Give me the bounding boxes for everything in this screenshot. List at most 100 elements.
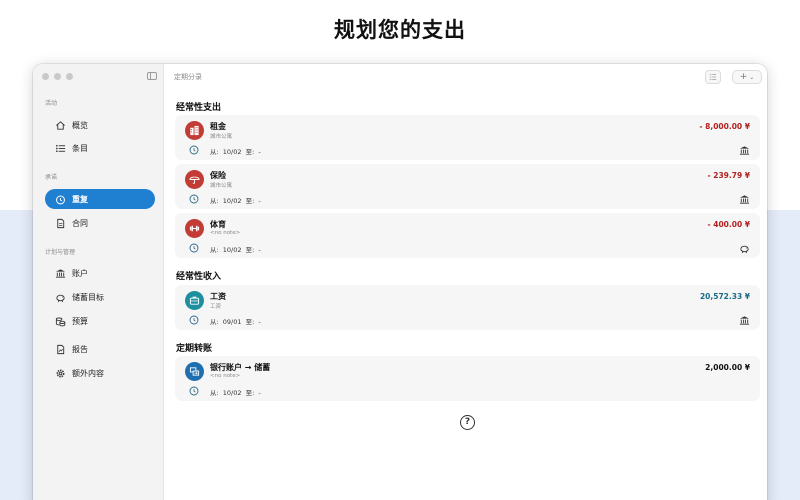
group-title-recurring-income: 经常性收入	[176, 272, 222, 282]
gear-icon	[54, 367, 66, 379]
sidebar-item-label: 账户	[72, 268, 88, 278]
report-icon	[54, 343, 66, 355]
group-title-recurring-expenses: 经常性支出	[176, 103, 222, 113]
sidebar-item-savings-goals[interactable]: 储蓄目标	[45, 287, 155, 307]
view-options-button[interactable]	[705, 70, 721, 84]
entry-amount: - 400.00 ¥	[707, 220, 751, 229]
entry-name: 租金	[210, 122, 226, 131]
section-label-commitments: 承诺	[45, 174, 58, 181]
sidebar-item-reports[interactable]: 报告	[45, 339, 155, 359]
to-label: 至:	[245, 197, 255, 205]
entry-schedule: 从: 09/01 至: -	[210, 316, 261, 326]
sidebar-item-overview[interactable]: 概览	[45, 115, 155, 135]
entry-card[interactable]: 工资 工资 20,572.33 ¥ 从: 09/01 至: -	[175, 285, 760, 330]
entry-name: 银行账户 → 储蓄	[210, 363, 271, 372]
to-date: -	[258, 246, 261, 254]
from-label: 从:	[210, 318, 219, 326]
entry-note: <no note>	[210, 373, 241, 379]
minimize-window-button[interactable]	[54, 73, 61, 80]
entry-card[interactable]: 保险 城市公寓 - 239.79 ¥ 从: 10/02 至: -	[175, 164, 760, 209]
from-label: 从:	[210, 246, 219, 254]
repeat-clock-icon	[189, 386, 199, 396]
transfer-icon	[185, 362, 204, 381]
dumbbell-icon	[185, 219, 204, 238]
piggy-bank-icon	[740, 245, 749, 254]
entry-schedule: 从: 10/02 至: -	[210, 146, 261, 156]
from-date: 10/02	[222, 389, 242, 397]
help-icon[interactable]: ?	[460, 415, 475, 430]
to-date: -	[258, 197, 261, 205]
bank-icon	[54, 267, 66, 279]
briefcase-icon	[185, 291, 204, 310]
close-window-button[interactable]	[42, 73, 49, 80]
to-date: -	[258, 389, 261, 397]
section-label-planning: 计划与管理	[45, 249, 76, 256]
to-date: -	[258, 318, 261, 326]
entry-name: 体育	[210, 220, 226, 229]
to-label: 至:	[245, 148, 255, 156]
group-title-scheduled-transfers: 定期转账	[176, 344, 213, 354]
entry-amount: 2,000.00 ¥	[705, 363, 750, 372]
zoom-window-button[interactable]	[66, 73, 73, 80]
bank-icon	[739, 195, 750, 204]
sidebar-item-entries[interactable]: 条目	[45, 138, 155, 158]
entry-name: 保险	[210, 171, 226, 180]
from-label: 从:	[210, 389, 219, 397]
from-date: 10/02	[222, 246, 242, 254]
from-date: 10/02	[222, 197, 242, 205]
repeat-clock-icon	[189, 243, 199, 253]
entry-card[interactable]: 银行账户 → 储蓄 <no note> 2,000.00 ¥ 从: 10/02 …	[175, 356, 760, 401]
entry-note: 城市公寓	[210, 183, 233, 189]
sidebar-item-label: 预算	[72, 316, 88, 326]
entry-amount: - 239.79 ¥	[707, 171, 751, 180]
sidebar-item-label: 合同	[72, 218, 88, 228]
toolbar: 定期分录 + ⌄	[164, 64, 767, 90]
coins-icon	[54, 315, 66, 327]
sidebar: 活动 概览 条目 承诺 重复 合同 计划与管理 账户 储蓄目标 预算 报告 额外…	[33, 64, 164, 500]
entry-amount: 20,572.33 ¥	[699, 292, 750, 301]
entry-schedule: 从: 10/02 至: -	[210, 387, 261, 397]
bank-icon	[739, 146, 750, 155]
entry-note: 工资	[210, 304, 222, 310]
list-view-icon	[709, 74, 717, 80]
entry-amount: - 8,000.00 ¥	[699, 122, 750, 131]
sidebar-item-recurring[interactable]: 重复	[45, 189, 155, 209]
repeat-clock-icon	[54, 193, 66, 205]
entry-note: 城市公寓	[210, 134, 233, 140]
add-entry-button[interactable]: + ⌄	[732, 70, 762, 84]
sidebar-item-contracts[interactable]: 合同	[45, 213, 155, 233]
section-label-activity: 活动	[45, 100, 58, 107]
window-title: 定期分录	[174, 73, 202, 81]
umbrella-icon	[185, 170, 204, 189]
entry-note: <no note>	[210, 230, 241, 236]
to-date: -	[258, 148, 261, 156]
from-date: 10/02	[222, 148, 242, 156]
entry-schedule: 从: 10/02 至: -	[210, 244, 261, 254]
sidebar-item-accounts[interactable]: 账户	[45, 263, 155, 283]
to-label: 至:	[245, 318, 255, 326]
app-window: 活动 概览 条目 承诺 重复 合同 计划与管理 账户 储蓄目标 预算 报告 额外…	[33, 64, 767, 500]
sidebar-item-budgets[interactable]: 预算	[45, 311, 155, 331]
from-date: 09/01	[222, 318, 242, 326]
repeat-clock-icon	[189, 315, 199, 325]
to-label: 至:	[245, 389, 255, 397]
home-icon	[54, 119, 66, 131]
entry-card[interactable]: 体育 <no note> - 400.00 ¥ 从: 10/02 至: -	[175, 213, 760, 258]
sidebar-item-label: 储蓄目标	[72, 292, 104, 302]
entry-schedule: 从: 10/02 至: -	[210, 195, 261, 205]
bank-icon	[739, 316, 750, 325]
document-icon	[54, 217, 66, 229]
sidebar-item-extras[interactable]: 额外内容	[45, 363, 155, 383]
plus-icon: +	[739, 72, 748, 82]
sidebar-item-label: 概览	[72, 120, 88, 130]
entry-card[interactable]: 租金 城市公寓 - 8,000.00 ¥ 从: 10/02 至: -	[175, 115, 760, 160]
list-icon	[54, 142, 66, 154]
from-label: 从:	[210, 197, 219, 205]
sidebar-toggle-icon[interactable]	[147, 72, 157, 80]
sidebar-item-label: 报告	[72, 344, 88, 354]
sidebar-item-label: 额外内容	[72, 368, 104, 378]
repeat-clock-icon	[189, 194, 199, 204]
main-content: 定期分录 + ⌄ 经常性支出 租金 城市公寓 - 8,000.00 ¥ 从: 1…	[164, 64, 767, 500]
building-icon	[185, 121, 204, 140]
sidebar-item-label: 重复	[72, 194, 88, 204]
